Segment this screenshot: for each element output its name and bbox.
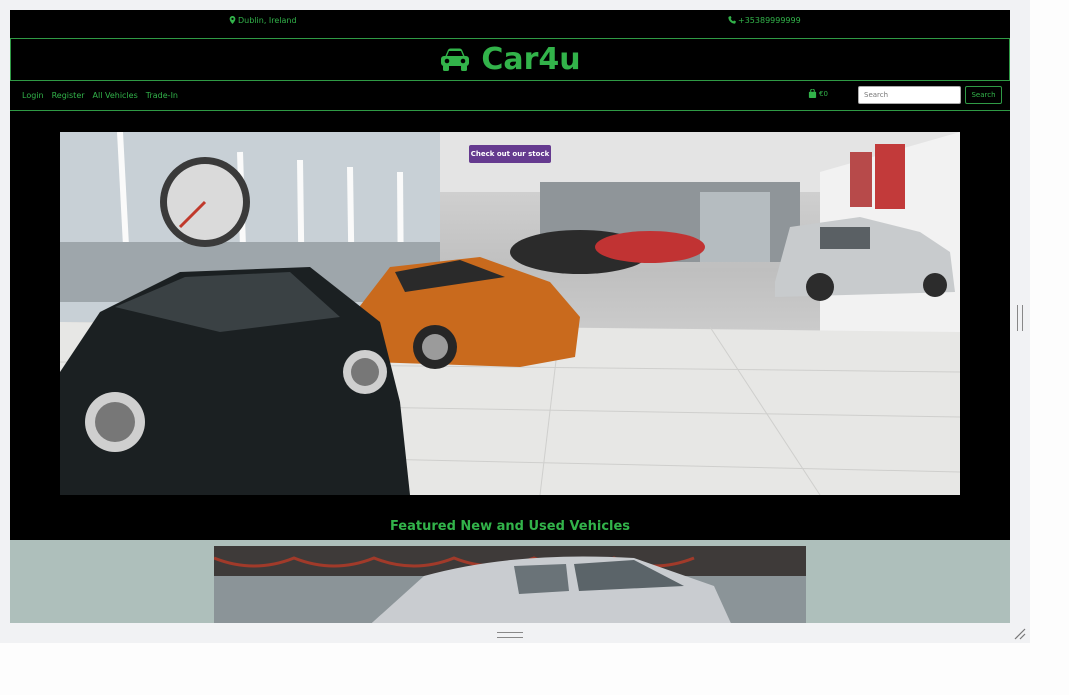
nav-link-all-vehicles[interactable]: All Vehicles xyxy=(93,91,138,100)
featured-vehicle-image[interactable] xyxy=(214,546,806,623)
location-text: Dublin, Ireland xyxy=(238,16,297,25)
hero-showroom-image xyxy=(60,132,960,495)
shopping-bag-icon xyxy=(808,89,817,98)
page-viewport: Dublin, Ireland +35389999999 Car4u Login… xyxy=(10,10,1010,623)
location-info: Dublin, Ireland xyxy=(229,16,297,25)
phone-icon xyxy=(728,16,736,24)
nav-link-login[interactable]: Login xyxy=(22,91,44,100)
search-button[interactable]: Search xyxy=(965,86,1002,104)
search-input[interactable] xyxy=(858,86,961,104)
nav-link-trade-in[interactable]: Trade-In xyxy=(146,91,178,100)
car-icon xyxy=(441,48,470,71)
hero-section: Check out our stock xyxy=(10,111,1010,514)
cart-link[interactable]: €0 xyxy=(808,89,828,98)
bottom-resize-handle[interactable] xyxy=(497,632,523,638)
nav-links: Login Register All Vehicles Trade-In xyxy=(22,91,178,100)
resize-grip-icon[interactable] xyxy=(1013,627,1027,641)
featured-vehicles-section xyxy=(10,540,1010,623)
map-marker-icon xyxy=(229,16,236,24)
check-stock-button[interactable]: Check out our stock xyxy=(469,145,551,163)
top-info-bar: Dublin, Ireland +35389999999 xyxy=(10,10,1010,38)
brand-header: Car4u xyxy=(10,38,1010,81)
main-navbar: Login Register All Vehicles Trade-In €0 … xyxy=(10,81,1010,111)
cart-total: €0 xyxy=(819,89,828,98)
side-resize-handle[interactable] xyxy=(1017,305,1023,331)
device-frame: Dublin, Ireland +35389999999 Car4u Login… xyxy=(0,0,1030,643)
featured-heading: Featured New and Used Vehicles xyxy=(389,519,631,534)
nav-link-register[interactable]: Register xyxy=(52,91,85,100)
phone-text: +35389999999 xyxy=(738,16,801,25)
brand-name[interactable]: Car4u xyxy=(481,42,580,77)
phone-info[interactable]: +35389999999 xyxy=(728,16,801,25)
